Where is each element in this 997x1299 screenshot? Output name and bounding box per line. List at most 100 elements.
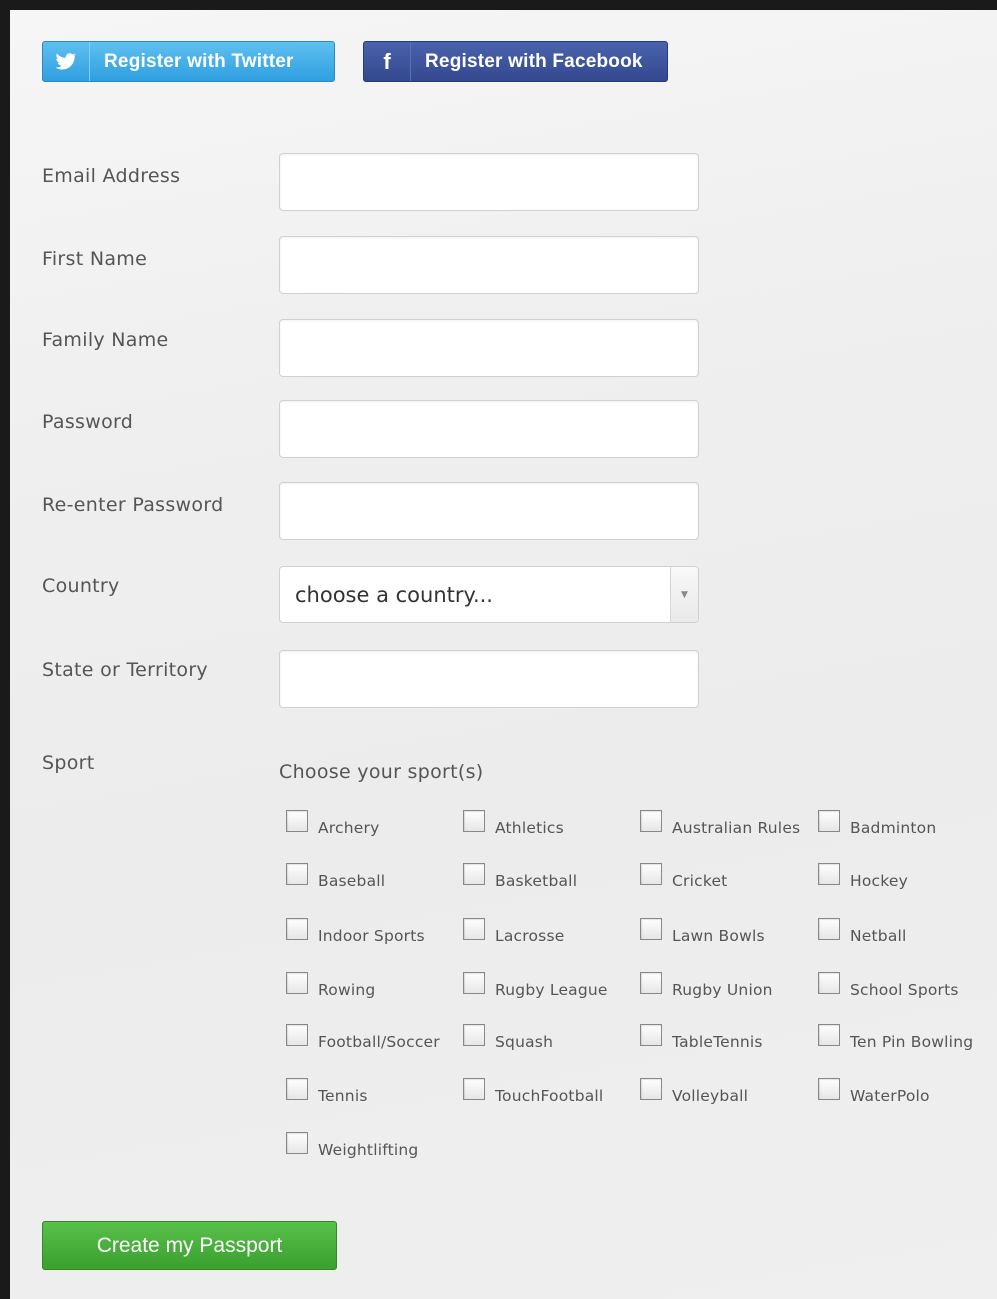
family-name-label: Family Name xyxy=(42,329,169,351)
sport-option-label: Football/Soccer xyxy=(318,1033,440,1051)
email-label: Email Address xyxy=(42,165,181,187)
sport-checkbox[interactable] xyxy=(818,863,840,885)
reenter-password-label: Re-enter Password xyxy=(42,494,224,516)
sport-option[interactable]: Lawn Bowls xyxy=(640,918,765,945)
sport-heading: Choose your sport(s) xyxy=(279,761,484,783)
sport-option-label: Athletics xyxy=(495,819,564,837)
sport-option-label: Tennis xyxy=(318,1087,368,1105)
sport-option[interactable]: Indoor Sports xyxy=(286,918,425,945)
sport-option[interactable]: Cricket xyxy=(640,863,727,890)
sport-label: Sport xyxy=(42,752,95,774)
sport-option[interactable]: Australian Rules xyxy=(640,810,800,837)
sport-option[interactable]: TableTennis xyxy=(640,1024,763,1051)
sport-checkbox[interactable] xyxy=(463,918,485,940)
first-name-label: First Name xyxy=(42,248,148,270)
register-twitter-label: Register with Twitter xyxy=(104,50,294,72)
twitter-bird-icon xyxy=(43,42,90,81)
sport-checkbox[interactable] xyxy=(286,1024,308,1046)
sport-checkbox[interactable] xyxy=(818,810,840,832)
sport-option-label: School Sports xyxy=(850,981,959,999)
sport-checkbox[interactable] xyxy=(286,1132,308,1154)
sport-option[interactable]: Hockey xyxy=(818,863,908,890)
sport-option[interactable]: Rowing xyxy=(286,972,375,999)
sport-option-label: Rugby League xyxy=(495,981,608,999)
sport-checkbox[interactable] xyxy=(463,972,485,994)
sport-option[interactable]: Rugby League xyxy=(463,972,608,999)
country-select[interactable]: choose a country... ▼ xyxy=(279,566,699,623)
sport-option[interactable]: Rugby Union xyxy=(640,972,773,999)
sport-checkbox[interactable] xyxy=(286,863,308,885)
sport-option-label: Ten Pin Bowling xyxy=(850,1033,974,1051)
facebook-f-icon: f xyxy=(364,42,411,81)
sport-checkbox[interactable] xyxy=(640,1078,662,1100)
sport-option-label: Rowing xyxy=(318,981,376,999)
sport-checkbox[interactable] xyxy=(463,863,485,885)
sport-option[interactable]: Weightlifting xyxy=(286,1132,418,1159)
sport-option[interactable]: Lacrosse xyxy=(463,918,564,945)
sport-option[interactable]: Basketball xyxy=(463,863,577,890)
registration-panel: Register with Twitter f Register with Fa… xyxy=(0,0,997,1299)
sport-checkbox[interactable] xyxy=(640,810,662,832)
sport-option-label: Cricket xyxy=(672,872,728,890)
sport-option[interactable]: Volleyball xyxy=(640,1078,748,1105)
email-field[interactable] xyxy=(279,153,699,211)
password-label: Password xyxy=(42,411,134,433)
sport-option[interactable]: TouchFootball xyxy=(463,1078,603,1105)
sport-checkbox[interactable] xyxy=(286,1078,308,1100)
sport-option-label: Basketball xyxy=(495,872,578,890)
country-select-value: choose a country... xyxy=(295,582,493,607)
register-facebook-button[interactable]: f Register with Facebook xyxy=(363,41,668,82)
chevron-down-icon[interactable]: ▼ xyxy=(670,567,698,622)
state-label: State or Territory xyxy=(42,659,208,681)
sport-checkbox[interactable] xyxy=(818,1078,840,1100)
reenter-password-field[interactable] xyxy=(279,482,699,540)
sport-option-label: Badminton xyxy=(850,819,937,837)
sport-checkbox[interactable] xyxy=(463,1024,485,1046)
sport-option[interactable]: School Sports xyxy=(818,972,959,999)
password-field[interactable] xyxy=(279,400,699,458)
sport-option-label: TableTennis xyxy=(672,1033,763,1051)
sport-option-label: Baseball xyxy=(318,872,386,890)
sport-option[interactable]: Squash xyxy=(463,1024,553,1051)
sport-option-label: Squash xyxy=(495,1033,554,1051)
state-field[interactable] xyxy=(279,650,699,708)
sport-checkbox[interactable] xyxy=(640,1024,662,1046)
sport-option-label: Weightlifting xyxy=(318,1141,419,1159)
sport-checkbox[interactable] xyxy=(463,1078,485,1100)
sport-option[interactable]: Tennis xyxy=(286,1078,368,1105)
sport-option-label: Netball xyxy=(850,927,907,945)
sport-checkbox[interactable] xyxy=(818,1024,840,1046)
sport-option-label: Lawn Bowls xyxy=(672,927,765,945)
sport-option-label: Rugby Union xyxy=(672,981,773,999)
sport-option[interactable]: Football/Soccer xyxy=(286,1024,440,1051)
first-name-field[interactable] xyxy=(279,236,699,294)
sport-option[interactable]: Athletics xyxy=(463,810,564,837)
register-twitter-button[interactable]: Register with Twitter xyxy=(42,41,335,82)
sport-option[interactable]: Ten Pin Bowling xyxy=(818,1024,973,1051)
sport-checkbox[interactable] xyxy=(463,810,485,832)
sport-option-label: TouchFootball xyxy=(495,1087,604,1105)
sport-option-label: Archery xyxy=(318,819,380,837)
sport-checkbox[interactable] xyxy=(640,972,662,994)
family-name-field[interactable] xyxy=(279,319,699,377)
country-label: Country xyxy=(42,575,120,597)
sport-option-label: WaterPolo xyxy=(850,1087,930,1105)
sport-option-label: Hockey xyxy=(850,872,908,890)
sport-option-label: Australian Rules xyxy=(672,819,801,837)
sport-checkbox[interactable] xyxy=(286,918,308,940)
register-facebook-label: Register with Facebook xyxy=(425,50,643,72)
sport-option-label: Lacrosse xyxy=(495,927,565,945)
sport-checkbox[interactable] xyxy=(818,972,840,994)
sport-checkbox[interactable] xyxy=(640,918,662,940)
sport-checkbox[interactable] xyxy=(640,863,662,885)
sport-checkbox[interactable] xyxy=(286,810,308,832)
create-passport-button[interactable]: Create my Passport xyxy=(42,1221,337,1270)
sport-option[interactable]: WaterPolo xyxy=(818,1078,930,1105)
sport-option-label: Volleyball xyxy=(672,1087,749,1105)
sport-option[interactable]: Netball xyxy=(818,918,907,945)
sport-option[interactable]: Badminton xyxy=(818,810,936,837)
sport-checkbox[interactable] xyxy=(286,972,308,994)
sport-option[interactable]: Archery xyxy=(286,810,379,837)
sport-option[interactable]: Baseball xyxy=(286,863,385,890)
sport-checkbox[interactable] xyxy=(818,918,840,940)
